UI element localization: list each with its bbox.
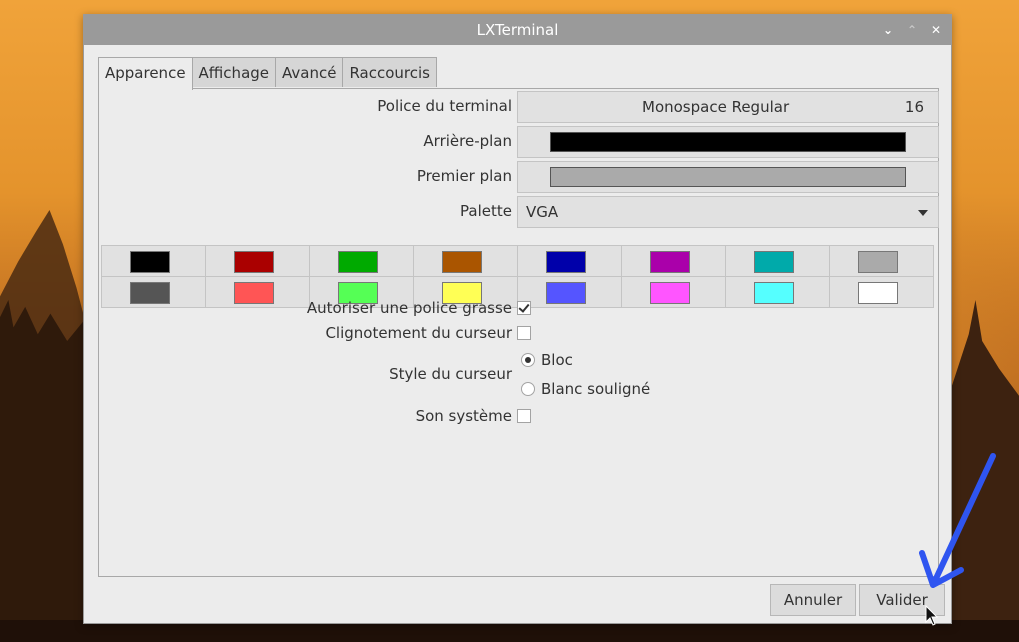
palette-color-swatch: [858, 251, 898, 273]
cursor-style-underline-radio[interactable]: [521, 382, 535, 396]
preferences-dialog: LXTerminal ⌄ ⌃ ✕ Apparence Affichage Ava…: [83, 14, 952, 624]
palette-color-swatch: [650, 251, 690, 273]
foreground-color-button[interactable]: [517, 161, 939, 193]
palette-color-button[interactable]: [205, 276, 310, 308]
background-temple-right: [952, 300, 1019, 642]
appearance-panel: Police du terminal Monospace Regular 16 …: [98, 88, 939, 577]
font-label: Police du terminal: [377, 97, 512, 115]
palette-color-button[interactable]: [101, 245, 206, 277]
palette-color-swatch: [338, 251, 378, 273]
cursor-style-block-radio[interactable]: [521, 353, 535, 367]
palette-color-swatch: [234, 251, 274, 273]
close-icon[interactable]: ✕: [929, 23, 943, 37]
font-chooser-button[interactable]: Monospace Regular 16: [517, 91, 939, 123]
palette-color-button[interactable]: [829, 276, 934, 308]
palette-color-swatch: [130, 251, 170, 273]
palette-color-swatch: [130, 282, 170, 304]
system-bell-checkbox[interactable]: [517, 409, 531, 423]
background-temple-left: [0, 300, 84, 642]
cursor-style-label: Style du curseur: [389, 365, 512, 383]
tab-advanced[interactable]: Avancé: [275, 57, 344, 87]
cursor-blink-label: Clignotement du curseur: [325, 324, 512, 342]
palette-dropdown[interactable]: VGA: [517, 196, 939, 228]
ok-button[interactable]: Valider: [859, 584, 945, 616]
foreground-color-swatch: [550, 167, 906, 187]
palette-color-button[interactable]: [309, 245, 414, 277]
palette-grid: [101, 245, 941, 308]
background-label: Arrière-plan: [423, 132, 512, 150]
palette-color-button[interactable]: [621, 276, 726, 308]
palette-color-button[interactable]: [829, 245, 934, 277]
tab-bar: Apparence Affichage Avancé Raccourcis: [98, 57, 437, 90]
palette-row-normal: [101, 245, 941, 277]
palette-color-swatch: [754, 251, 794, 273]
bold-font-label: Autoriser une police grasse: [306, 299, 512, 317]
palette-color-swatch: [442, 251, 482, 273]
palette-color-swatch: [546, 282, 586, 304]
system-bell-label: Son système: [415, 407, 512, 425]
tab-appearance[interactable]: Apparence: [98, 57, 193, 90]
tab-display[interactable]: Affichage: [191, 57, 277, 87]
maximize-icon[interactable]: ⌃: [905, 23, 919, 37]
palette-color-swatch: [650, 282, 690, 304]
palette-color-button[interactable]: [205, 245, 310, 277]
palette-color-swatch: [234, 282, 274, 304]
background-color-button[interactable]: [517, 126, 939, 158]
font-size: 16: [904, 98, 924, 116]
palette-color-button[interactable]: [517, 245, 622, 277]
minimize-icon[interactable]: ⌄: [881, 23, 895, 37]
palette-label: Palette: [460, 202, 512, 220]
palette-color-button[interactable]: [413, 245, 518, 277]
foreground-label: Premier plan: [416, 167, 512, 185]
palette-color-swatch: [858, 282, 898, 304]
palette-color-swatch: [546, 251, 586, 273]
tab-shortcuts[interactable]: Raccourcis: [342, 57, 437, 87]
cursor-style-underline-label[interactable]: Blanc souligné: [541, 380, 650, 398]
palette-value: VGA: [526, 203, 559, 221]
dropdown-arrow-icon: [918, 210, 928, 216]
cursor-blink-checkbox[interactable]: [517, 326, 531, 340]
palette-color-swatch: [754, 282, 794, 304]
cancel-button[interactable]: Annuler: [770, 584, 856, 616]
bold-font-checkbox[interactable]: [517, 301, 531, 315]
palette-color-button[interactable]: [725, 276, 830, 308]
title-bar[interactable]: LXTerminal ⌄ ⌃ ✕: [84, 15, 951, 45]
cursor-style-block-label[interactable]: Bloc: [541, 351, 573, 369]
palette-color-button[interactable]: [621, 245, 726, 277]
background-color-swatch: [550, 132, 906, 152]
palette-color-button[interactable]: [517, 276, 622, 308]
window-title: LXTerminal: [476, 21, 559, 39]
palette-color-button[interactable]: [101, 276, 206, 308]
font-name: Monospace Regular: [642, 98, 790, 116]
palette-color-button[interactable]: [725, 245, 830, 277]
